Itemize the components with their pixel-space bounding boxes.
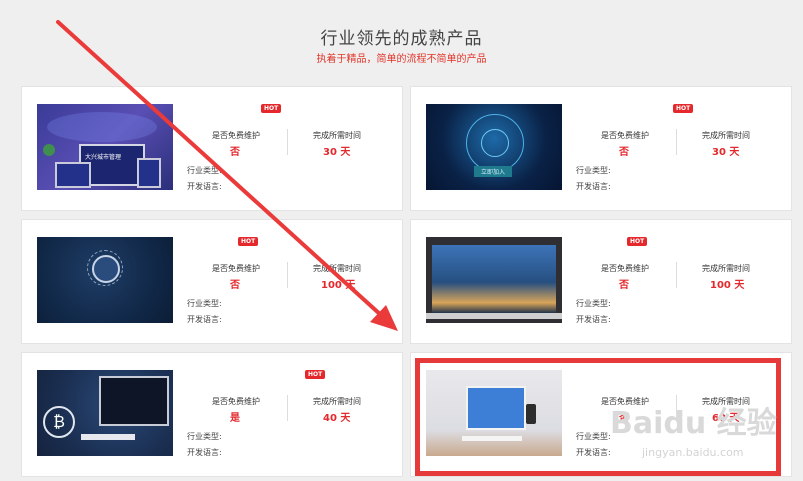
language-label: 开发语言: — [576, 315, 611, 324]
maintenance-value: 否 — [230, 147, 240, 158]
world-map-icon — [47, 112, 157, 142]
laptop-base — [426, 313, 562, 319]
time-label: 完成所需时间 — [313, 397, 361, 406]
product-card-4[interactable]: HOT 是否免费维护 否 完成所需时间 100 天 行业类型: 开发语言: — [410, 219, 792, 344]
column-divider — [287, 262, 288, 288]
product-card-3[interactable]: HOT 是否免费维护 否 完成所需时间 100 天 行业类型: 开发语言: — [21, 219, 403, 344]
language-label: 开发语言: — [576, 182, 611, 191]
time-label: 完成所需时间 — [313, 264, 361, 273]
product-card-2[interactable]: 立即加入 HOT 是否免费维护 否 完成所需时间 30 天 行业类型: 开发语言… — [410, 86, 792, 211]
column-divider — [676, 129, 677, 155]
network-globe-inner-icon — [481, 129, 509, 157]
page-title: 行业领先的成熟产品 — [320, 29, 483, 49]
language-label: 开发语言: — [187, 448, 222, 457]
hot-badge: HOT — [673, 104, 694, 113]
language-label: 开发语言: — [187, 182, 222, 191]
maintenance-label: 是否免费维护 — [212, 264, 260, 273]
time-label: 完成所需时间 — [702, 264, 750, 273]
product-image-3[interactable] — [37, 237, 173, 323]
monitor-icon — [99, 376, 169, 426]
maintenance-label: 是否免费维护 — [212, 397, 260, 406]
maintenance-label: 是否免费维护 — [212, 131, 260, 140]
industry-label: 行业类型: — [187, 432, 222, 441]
product-image-2[interactable]: 立即加入 — [426, 104, 562, 190]
hot-badge: HOT — [627, 237, 648, 246]
hot-badge: HOT — [305, 370, 326, 379]
watermark-url: jingyan.baidu.com — [642, 446, 744, 459]
laptop-screen — [432, 245, 556, 313]
column-divider — [287, 395, 288, 421]
maintenance-value: 是 — [230, 413, 240, 424]
industry-label: 行业类型: — [576, 166, 611, 175]
maintenance-label: 是否免费维护 — [601, 264, 649, 273]
time-value: 100 天 — [321, 280, 356, 291]
thumb-logo-text: 大兴城市管理 — [85, 154, 122, 161]
tablet-icon — [137, 158, 161, 188]
product-card-1[interactable]: 大兴城市管理 HOT 是否免费维护 否 完成所需时间 30 天 行业类型: 开发… — [21, 86, 403, 211]
time-value: 30 天 — [712, 147, 740, 158]
laptop-icon — [55, 162, 91, 188]
join-button[interactable]: 立即加入 — [474, 166, 513, 177]
time-value: 30 天 — [323, 147, 351, 158]
product-card-5[interactable]: ₿ HOT 是否免费维护 是 完成所需时间 40 天 行业类型: 开发语言: — [21, 352, 403, 477]
time-label: 完成所需时间 — [702, 131, 750, 140]
hot-badge: HOT — [238, 237, 259, 246]
column-divider — [287, 129, 288, 155]
maintenance-value: 否 — [230, 280, 240, 291]
maintenance-value: 否 — [619, 280, 629, 291]
time-value: 100 天 — [710, 280, 745, 291]
product-image-1[interactable]: 大兴城市管理 — [37, 104, 173, 190]
column-divider — [676, 262, 677, 288]
hot-badge: HOT — [261, 104, 282, 113]
industry-label: 行业类型: — [187, 166, 222, 175]
time-value: 40 天 — [323, 413, 351, 424]
product-image-4[interactable] — [426, 237, 562, 323]
time-label: 完成所需时间 — [313, 131, 361, 140]
product-image-5[interactable]: ₿ — [37, 370, 173, 456]
baidu-watermark: Baidu 经验 — [610, 406, 777, 441]
maintenance-value: 否 — [619, 147, 629, 158]
wheat-ring-icon — [87, 250, 123, 286]
industry-label: 行业类型: — [576, 299, 611, 308]
language-label: 开发语言: — [187, 315, 222, 324]
industry-label: 行业类型: — [187, 299, 222, 308]
maintenance-label: 是否免费维护 — [601, 131, 649, 140]
play-icon[interactable] — [43, 144, 55, 156]
page-subtitle: 执着于精品，简单的流程不简单的产品 — [316, 54, 487, 65]
keyboard-icon — [81, 434, 135, 440]
bitcoin-icon: ₿ — [43, 406, 75, 438]
